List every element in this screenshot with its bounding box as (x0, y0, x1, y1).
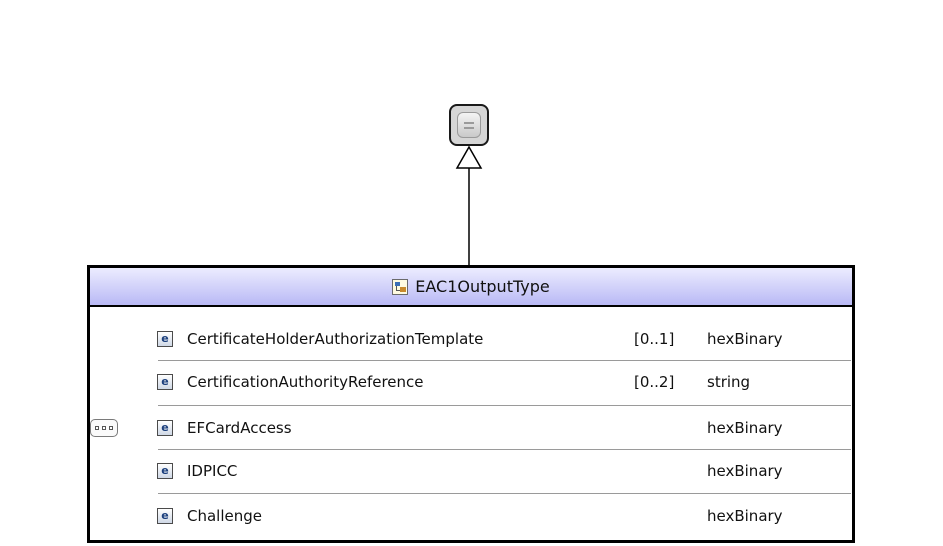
element-row[interactable]: e EFCardAccess hexBinary (149, 408, 854, 448)
element-type: hexBinary (707, 419, 783, 437)
type-name: EAC1OutputType (415, 277, 550, 296)
row-divider (158, 405, 851, 406)
element-occurs: [0..1] (634, 330, 675, 348)
element-name: IDPICC (187, 462, 238, 480)
element-name: CertificationAuthorityReference (187, 373, 424, 391)
element-type: hexBinary (707, 462, 783, 480)
element-name: CertificateHolderAuthorizationTemplate (187, 330, 484, 348)
type-header[interactable]: EAC1OutputType (90, 268, 852, 307)
extension-arrowhead (455, 145, 483, 169)
element-icon: e (157, 508, 173, 524)
element-row[interactable]: e CertificateHolderAuthorizationTemplate… (149, 319, 854, 359)
element-row[interactable]: e Challenge hexBinary (149, 496, 854, 536)
element-icon: e (157, 331, 173, 347)
sequence-icon[interactable] (90, 419, 118, 437)
element-icon: e (157, 420, 173, 436)
row-divider (158, 493, 851, 494)
element-type: hexBinary (707, 507, 783, 525)
element-row[interactable]: e CertificationAuthorityReference [0..2]… (149, 362, 854, 402)
complex-type-icon (392, 278, 409, 295)
element-row[interactable]: e IDPICC hexBinary (149, 451, 854, 491)
element-icon: e (157, 374, 173, 390)
element-type: string (707, 373, 751, 391)
element-occurs: [0..2] (634, 373, 675, 391)
element-name: EFCardAccess (187, 419, 292, 437)
element-type: hexBinary (707, 330, 783, 348)
element-icon: e (157, 463, 173, 479)
row-divider (158, 360, 851, 361)
row-divider (158, 449, 851, 450)
element-name: Challenge (187, 507, 262, 525)
